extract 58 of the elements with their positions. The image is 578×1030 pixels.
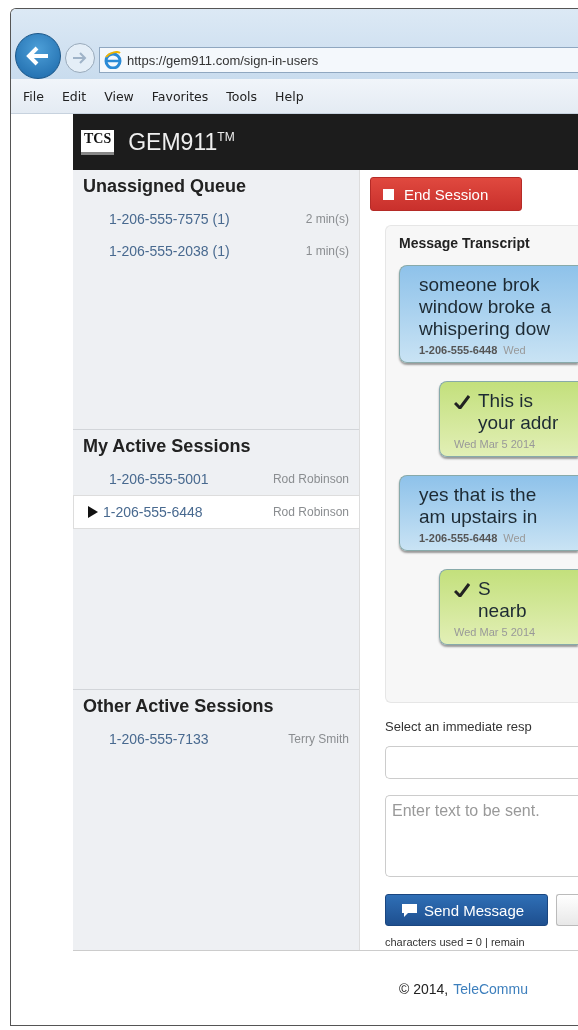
transcript-heading: Message Transcript [399,235,530,251]
sender-number: 1-206-555-6448 [419,344,498,356]
sender-number: 1-206-555-6448 [419,532,498,544]
session-row[interactable]: 1-206-555-5001 Rod Robinson [73,463,359,495]
stop-square-icon [383,188,394,200]
session-info: 2 min(s) [305,212,349,226]
section-heading: Unassigned Queue [83,176,247,197]
session-info: Rod Robinson [272,472,349,486]
address-bar[interactable]: https://gem911.com/sign-in-users [99,47,578,73]
menu-item[interactable]: Help [275,88,304,104]
message-text: This is your addr [478,390,559,434]
phone-number[interactable]: 1-206-555-7575 (1) [109,211,230,227]
session-row[interactable]: 1-206-555-7575 (1) 2 min(s) [73,203,359,235]
send-message-button[interactable]: Send Message [385,894,548,926]
message-input-field[interactable]: Enter text to be sent. [385,795,578,877]
menu-item[interactable]: File [23,88,44,104]
url-text: https://gem911.com/sign-in-users [127,52,319,68]
logo-badge: TCS [81,129,115,155]
session-row[interactable]: 1-206-555-6448 Rod Robinson [73,495,359,529]
session-info: Rod Robinson [272,505,349,519]
left-arrow-icon [26,46,50,66]
message-text: someone brok window broke a whispering dow [419,274,553,340]
section-heading: Other Active Sessions [83,696,274,717]
message-text: yes that is the am upstairs in [419,484,539,528]
session-row[interactable]: 1-206-555-2038 (1) 1 min(s) [73,235,359,267]
response-dropdown[interactable] [385,746,578,779]
checkmark-icon [454,395,470,409]
secondary-button[interactable] [556,894,578,926]
phone-number[interactable]: 1-206-555-2038 (1) [109,243,230,259]
pointer-triangle-icon [88,506,98,518]
session-row[interactable]: 1-206-555-7133 Terry Smith [73,723,359,755]
response-label: Select an immediate resp [385,719,532,734]
phone-number[interactable]: 1-206-555-6448 [103,504,203,520]
back-button[interactable] [15,33,61,79]
message-time: Wed Mar 5 2014 [454,626,536,638]
end-session-button[interactable]: End Session [370,177,522,211]
company-link[interactable]: TeleCommu [453,981,528,997]
menu-item[interactable]: View [104,88,134,104]
session-info: Terry Smith [288,732,349,746]
menu-item[interactable]: Favorites [151,88,209,104]
session-info: 1 min(s) [305,244,349,258]
menu-item[interactable]: Tools [226,88,258,104]
app-title: GEM911$^{TM}$ [128,128,235,156]
browser-logo-icon [104,51,122,69]
phone-number[interactable]: 1-206-555-7133 [109,731,209,747]
copyright-text: © 2014, [399,981,449,997]
message-time: Wed Mar 5 2014 [454,438,536,450]
message-text: S nearb [478,578,527,622]
message-time: Wed [503,532,526,544]
phone-number[interactable]: 1-206-555-5001 [109,471,209,487]
speech-bubble-icon [402,903,417,917]
message-time: Wed [503,344,526,356]
checkmark-icon [454,583,470,597]
menu-item[interactable]: Edit [61,88,87,104]
right-arrow-icon [72,52,88,64]
character-count: characters used = 0 | remain [385,936,525,948]
forward-button[interactable] [65,43,95,73]
section-heading: My Active Sessions [83,436,251,457]
